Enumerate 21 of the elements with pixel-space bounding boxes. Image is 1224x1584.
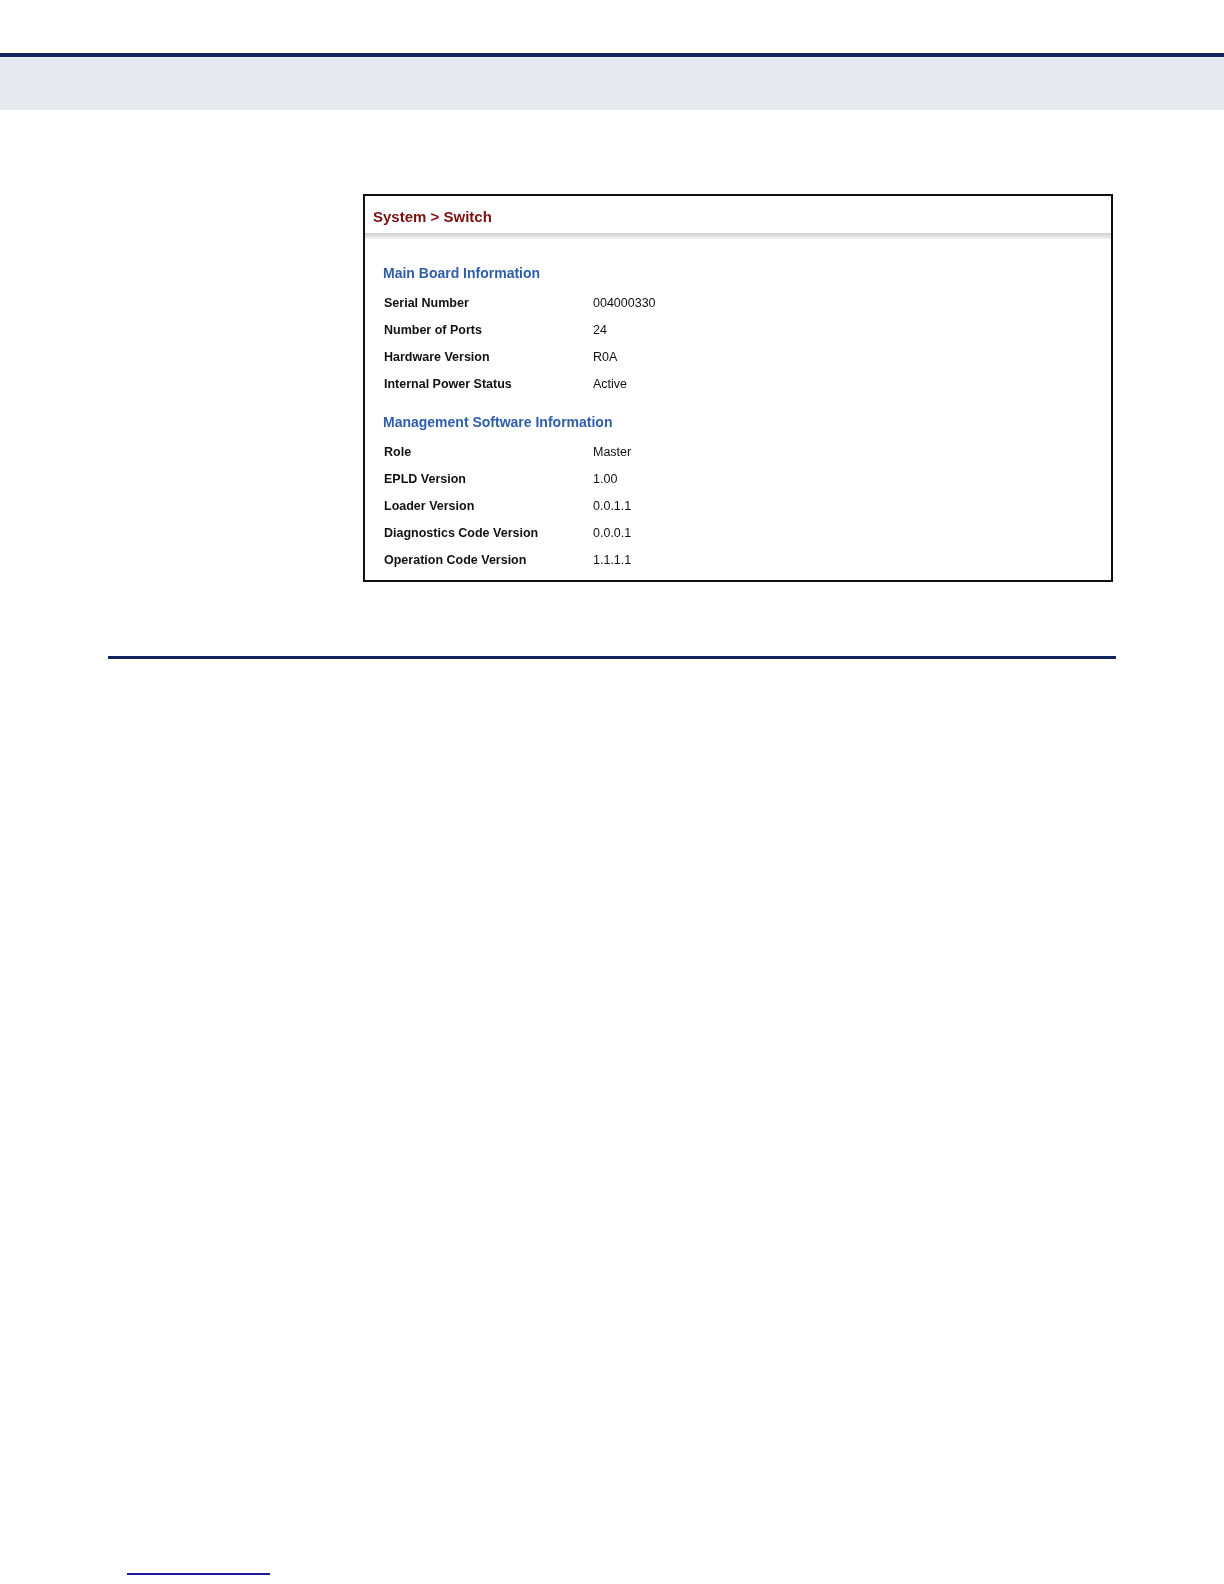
breadcrumb: System > Switch — [372, 207, 493, 227]
section-heading: Main Board Information — [383, 263, 542, 283]
field-label: EPLD Version — [384, 470, 467, 488]
field-label: Serial Number — [384, 294, 470, 312]
field-value: 1.00 — [593, 470, 618, 488]
field-value: 24 — [593, 321, 607, 339]
field-value: 0.0.1.1 — [593, 497, 632, 515]
section-heading: Management Software Information — [383, 412, 614, 432]
field-value: Master — [593, 443, 632, 461]
field-value: R0A — [593, 348, 618, 366]
field-label: Diagnostics Code Version — [384, 524, 540, 542]
field-value: 1.1.1.1 — [593, 551, 632, 569]
field-label: Internal Power Status — [384, 375, 513, 393]
field-label: Operation Code Version — [384, 551, 528, 569]
field-value: 004000330 — [593, 294, 656, 312]
field-value: 0.0.0.1 — [593, 524, 632, 542]
field-value: Active — [593, 375, 628, 393]
field-label: Hardware Version — [384, 348, 491, 366]
field-label: Number of Ports — [384, 321, 483, 339]
field-label: Role — [384, 443, 413, 461]
field-label: Loader Version — [384, 497, 476, 515]
